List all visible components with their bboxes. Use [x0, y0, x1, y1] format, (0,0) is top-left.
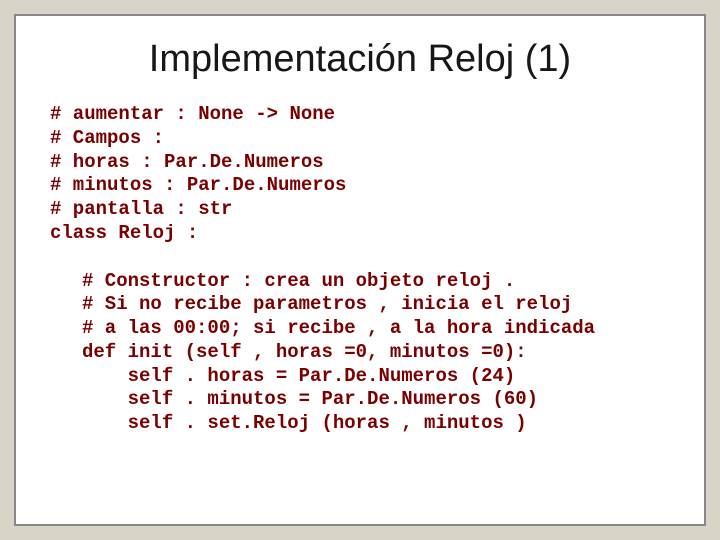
code-line: # horas : Par.De.Numeros: [50, 151, 324, 173]
code-line: self . minutos = Par.De.Numeros (60): [82, 388, 538, 410]
code-block-2: # Constructor : crea un objeto reloj . #…: [82, 270, 670, 436]
code-line: self . set.Reloj (horas , minutos ): [82, 412, 527, 434]
code-line: # aumentar : None -> None: [50, 103, 335, 125]
code-line: class Reloj :: [50, 222, 198, 244]
content-panel: Implementación Reloj (1) # aumentar : No…: [14, 14, 706, 526]
code-line: self . horas = Par.De.Numeros (24): [82, 365, 515, 387]
code-line: # Si no recibe parametros , inicia el re…: [82, 293, 572, 315]
code-line: # Campos :: [50, 127, 164, 149]
code-line: # minutos : Par.De.Numeros: [50, 174, 346, 196]
code-line: # pantalla : str: [50, 198, 232, 220]
code-block-1: # aumentar : None -> None # Campos : # h…: [50, 103, 670, 246]
slide: Implementación Reloj (1) # aumentar : No…: [0, 0, 720, 540]
slide-title: Implementación Reloj (1): [50, 38, 670, 81]
code-line: def init (self , horas =0, minutos =0):: [82, 341, 527, 363]
code-line: # Constructor : crea un objeto reloj .: [82, 270, 515, 292]
code-line: # a las 00:00; si recibe , a la hora ind…: [82, 317, 595, 339]
